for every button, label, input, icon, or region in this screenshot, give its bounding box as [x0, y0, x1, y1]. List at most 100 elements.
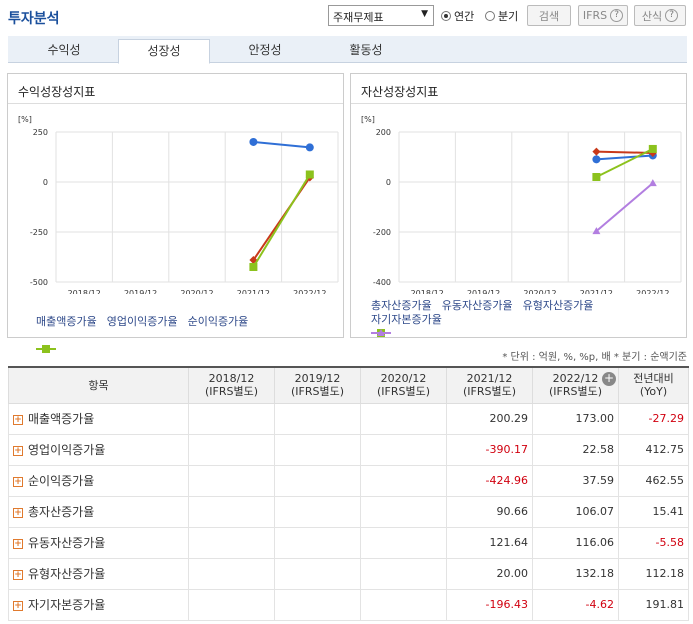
table-cell: 200.29: [446, 402, 533, 435]
legend-item[interactable]: 매출액증가율: [36, 314, 97, 353]
top-bar: 투자분석 주재무제표 ▼ 연간 분기 검색 IFRS ? 산식 ?: [0, 0, 693, 34]
table-header-cell: 전년대비 (YoY): [618, 366, 689, 404]
table-cell: 15.41: [618, 495, 689, 528]
table-header-row: 항목 2018/12 (IFRS별도) 2019/12 (IFRS별도) 2020/12(…: [8, 366, 689, 404]
row-name-cell[interactable]: + 영업이익증가율: [8, 433, 189, 466]
table-cell: [188, 464, 275, 497]
left-chart-title: 수익성장성지표: [8, 74, 343, 104]
table-cell: [360, 402, 447, 435]
expand-icon[interactable]: +: [13, 507, 23, 518]
table-cell: [360, 495, 447, 528]
tab-activity[interactable]: 활동성: [320, 39, 412, 63]
row-name-cell[interactable]: + 순이익증가율: [8, 464, 189, 497]
ifrs-help-button[interactable]: IFRS ?: [578, 5, 628, 26]
row-name: 유형자산증가율: [28, 567, 106, 581]
row-name-cell[interactable]: + 매출액증가율: [8, 402, 189, 435]
table-row: + 총자산증가율 90.66 106.07 15.41: [8, 495, 689, 528]
expand-icon[interactable]: +: [13, 476, 23, 487]
header-label: 전년대비: [633, 372, 674, 386]
row-name-cell[interactable]: + 총자산증가율: [8, 495, 189, 528]
formula-help-button[interactable]: 산식 ?: [634, 5, 686, 26]
header-sublabel: (YoY): [639, 385, 668, 399]
data-point: [249, 262, 258, 271]
unit-note: * 단위 : 억원, %, %p, 배 * 분기 : 순액기준: [502, 352, 687, 363]
tab-profitability[interactable]: 수익성: [18, 39, 110, 63]
data-point: [592, 173, 601, 181]
table-cell: [360, 557, 447, 590]
x-tick-label: 2022/12: [636, 289, 669, 294]
growth-table: 항목 2018/12 (IFRS별도) 2019/12 (IFRS별도) 2020/12(…: [8, 366, 689, 621]
table-cell: [188, 588, 275, 621]
table-cell: 90.66: [446, 495, 533, 528]
table-cell: -196.43: [446, 588, 533, 621]
data-point: [42, 345, 50, 353]
radio-annual[interactable]: 연간: [441, 8, 474, 24]
table-cell: [274, 464, 361, 497]
header-sublabel: (IFRS별도): [548, 385, 603, 399]
table-row: + 자기자본증가율 -196.43 -4.62 191.81: [8, 588, 689, 621]
expand-icon[interactable]: +: [13, 600, 23, 611]
table-body: + 매출액증가율 200.29 173.00 -27.29 + 영업이익증가율 -390.17…: [8, 402, 689, 621]
data-point: [648, 144, 657, 153]
search-button[interactable]: 검색: [527, 5, 571, 26]
table-cell: [188, 495, 275, 528]
x-tick-label: 2021/12: [237, 289, 270, 294]
table-cell: 116.06: [532, 526, 619, 559]
right-chart: [%]200 0 -200 -400 2018/12 2019/12 2020/12 2021…: [361, 115, 682, 294]
legend-item[interactable]: 총자산증가율: [371, 298, 432, 337]
question-icon: ?: [665, 9, 679, 22]
data-point: [249, 137, 258, 146]
table-row: + 유형자산증가율 20.00 132.18 112.18: [8, 557, 689, 590]
right-chart-title: 자산성장성지표: [351, 74, 686, 104]
table-header-cell: 2018/12 (IFRS별도): [188, 366, 275, 404]
legend-marker-icon: [36, 345, 56, 353]
row-name-cell[interactable]: + 유동자산증가율: [8, 526, 189, 559]
expand-icon[interactable]: +: [13, 538, 23, 549]
data-point: [305, 143, 314, 152]
legend-label: 유동자산증가율: [441, 299, 513, 312]
table-cell: [360, 526, 447, 559]
radio-annual-label: 연간: [454, 10, 475, 23]
tab-bar: 수익성 성장성 안정성 활동성: [8, 36, 687, 64]
table-row: + 매출액증가율 200.29 173.00 -27.29: [8, 402, 689, 435]
legend-marker-icon: [371, 329, 391, 336]
radio-quarter[interactable]: 분기: [485, 8, 518, 24]
data-point: [592, 147, 601, 156]
legend-item[interactable]: 순이익증가율: [36, 314, 248, 353]
page-title: 투자분석: [8, 11, 60, 27]
y-tick-label: 250: [33, 128, 48, 137]
table-cell: 22.58: [532, 433, 619, 466]
add-column-icon[interactable]: +: [602, 372, 616, 386]
tab-growth[interactable]: 성장성: [118, 39, 210, 64]
statement-select-value: 주재무제표: [333, 11, 384, 24]
chevron-down-icon: ▼: [421, 9, 428, 19]
table-cell: 37.59: [532, 464, 619, 497]
legend-item[interactable]: 자기자본증가율: [371, 312, 442, 336]
row-name-cell[interactable]: + 유형자산증가율: [8, 557, 189, 590]
y-unit-label: [%]: [361, 115, 375, 124]
legend-item[interactable]: 유동자산증가율: [371, 298, 513, 337]
table-header-cell: 2022/12 (IFRS별도) +: [532, 366, 619, 404]
table-cell: [274, 557, 361, 590]
x-tick-label: 2021/12: [580, 289, 613, 294]
expand-icon[interactable]: +: [13, 569, 23, 580]
row-name-cell[interactable]: + 자기자본증가율: [8, 588, 189, 621]
row-name: 매출액증가율: [28, 412, 95, 426]
y-tick-label: -400: [373, 278, 391, 287]
tab-stability[interactable]: 안정성: [219, 39, 311, 63]
expand-icon[interactable]: +: [13, 414, 23, 425]
row-name: 유동자산증가율: [28, 536, 106, 550]
table-cell: 112.18: [618, 557, 689, 590]
statement-select[interactable]: 주재무제표 ▼: [328, 5, 434, 26]
expand-icon[interactable]: +: [13, 445, 23, 456]
legend-item[interactable]: 영업이익증가율: [36, 314, 178, 353]
table-cell: 412.75: [618, 433, 689, 466]
header-sublabel: (IFRS별도): [376, 385, 431, 399]
table-cell: -424.96: [446, 464, 533, 497]
legend-item[interactable]: 유형자산증가율: [371, 298, 593, 337]
y-unit-label: [%]: [18, 115, 32, 124]
y-tick-label: -250: [30, 228, 48, 237]
left-chart: [%]250 0 -250 -500 2018/12 2019/12 2020/12 2021…: [18, 115, 339, 294]
table-row: + 유동자산증가율 121.64 116.06 -5.58: [8, 526, 689, 559]
header-label: 2020/12: [380, 372, 427, 386]
